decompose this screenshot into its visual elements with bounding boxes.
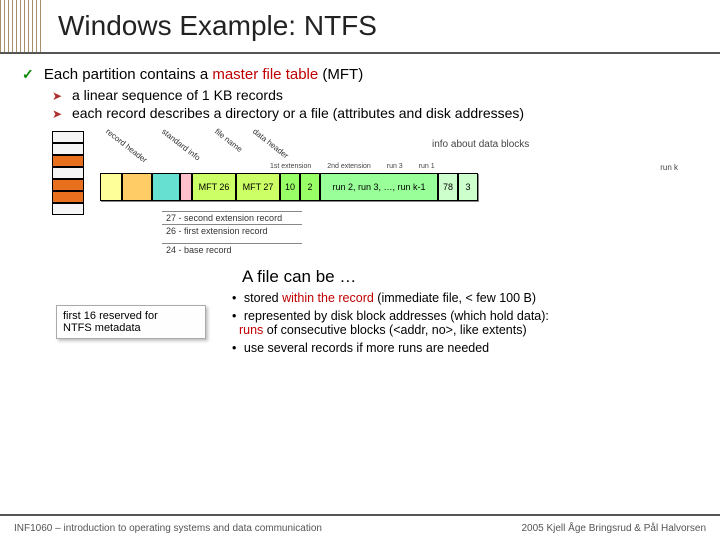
run-k-label: run k: [660, 163, 678, 172]
b2-red: runs: [239, 323, 263, 337]
run-hdr-2: run 3: [387, 163, 403, 170]
content: ✓ Each partition contains a master file …: [0, 54, 720, 355]
bullet-dot-icon: •: [232, 341, 236, 355]
lower-heading: A file can be …: [242, 267, 708, 287]
rot-label-1: standard info: [160, 127, 202, 163]
lower-b1: • stored within the record (immediate fi…: [232, 291, 708, 305]
arrow-icon: ➤: [52, 107, 62, 121]
rb-mft1: MFT 26: [192, 173, 236, 201]
rb-end2: 3: [458, 173, 478, 201]
footer-right: 2005 Kjell Åge Bringsrud & Pål Halvorsen: [521, 523, 706, 534]
arrow-icon: ➤: [52, 89, 62, 103]
note-0: 27 - second extension record: [162, 211, 302, 224]
bullet-sub-0-text: a linear sequence of 1 KB records: [72, 87, 283, 103]
mft-diagram: record header standard info file name da…: [12, 127, 708, 227]
info-label: info about data blocks: [432, 139, 529, 150]
meta-l2: NTFS metadata: [63, 322, 141, 334]
bullet-main: ✓ Each partition contains a master file …: [22, 66, 708, 83]
rb-mft2: MFT 27: [236, 173, 280, 201]
footer-left: INF1060 – introduction to operating syst…: [14, 523, 322, 534]
b3-text: use several records if more runs are nee…: [244, 341, 489, 355]
b1-red: within the record: [282, 291, 374, 305]
rb-rec-hdr: [100, 173, 122, 201]
rot-labels: record header standard info file name da…: [104, 125, 298, 134]
note-1: 26 - first extension record: [162, 224, 302, 237]
run-hdr-3: run 1: [419, 163, 435, 170]
bullet-sub-1-text: each record describes a directory or a f…: [72, 105, 524, 121]
rb-small1: 10: [280, 173, 300, 201]
title-bar: Windows Example: NTFS: [0, 0, 720, 52]
b2-l1: represented by disk block addresses (whi…: [244, 309, 549, 323]
footer: INF1060 – introduction to operating syst…: [14, 523, 706, 534]
rot-label-3: data header: [251, 127, 290, 160]
rb-file-name: [152, 173, 180, 201]
lower-block: A file can be … • stored within the reco…: [12, 267, 708, 355]
rb-runs: run 2, run 3, …, run k-1: [320, 173, 438, 201]
rot-label-2: file name: [213, 127, 244, 154]
record-bar: MFT 26 MFT 27 10 2 run 2, run 3, …, run …: [100, 173, 478, 201]
title-accent: [0, 0, 44, 52]
bullet-main-post: (MFT): [318, 66, 363, 83]
slide-title: Windows Example: NTFS: [58, 10, 377, 42]
run-hdr-1: 2nd extension: [327, 163, 371, 170]
meta-l1: first 16 reserved for: [63, 310, 158, 322]
mft-stack: [52, 131, 84, 215]
rb-std-info: [122, 173, 152, 201]
b1-post: (immediate file, < few 100 B): [374, 291, 536, 305]
bullet-sub-0: ➤ a linear sequence of 1 KB records: [52, 87, 708, 103]
metadata-box: first 16 reserved for NTFS metadata: [56, 305, 206, 339]
b1-pre: stored: [244, 291, 282, 305]
rb-small2: 2: [300, 173, 320, 201]
rb-data-hdr: [180, 173, 192, 201]
bullet-dot-icon: •: [232, 309, 236, 323]
footer-line: [0, 514, 720, 516]
check-icon: ✓: [22, 66, 34, 82]
run-hdr-0: 1st extension: [270, 163, 311, 170]
bullet-sub-1: ➤ each record describes a directory or a…: [52, 105, 708, 121]
ext-notes: 27 - second extension record 26 - first …: [162, 211, 302, 256]
rb-end1: 78: [438, 173, 458, 201]
bullet-main-pre: Each partition contains a: [44, 66, 212, 83]
run-labels: 1st extension 2nd extension run 3 run 1: [270, 163, 449, 170]
b2-post: of consecutive blocks (<addr, no>, like …: [263, 323, 526, 337]
note-2: 24 - base record: [162, 243, 302, 256]
lower-b2: • represented by disk block addresses (w…: [232, 309, 708, 337]
bullet-dot-icon: •: [232, 291, 236, 305]
bullet-main-red: master file table: [212, 66, 318, 83]
rot-label-0: record header: [104, 127, 149, 165]
lower-b3: • use several records if more runs are n…: [232, 341, 708, 355]
